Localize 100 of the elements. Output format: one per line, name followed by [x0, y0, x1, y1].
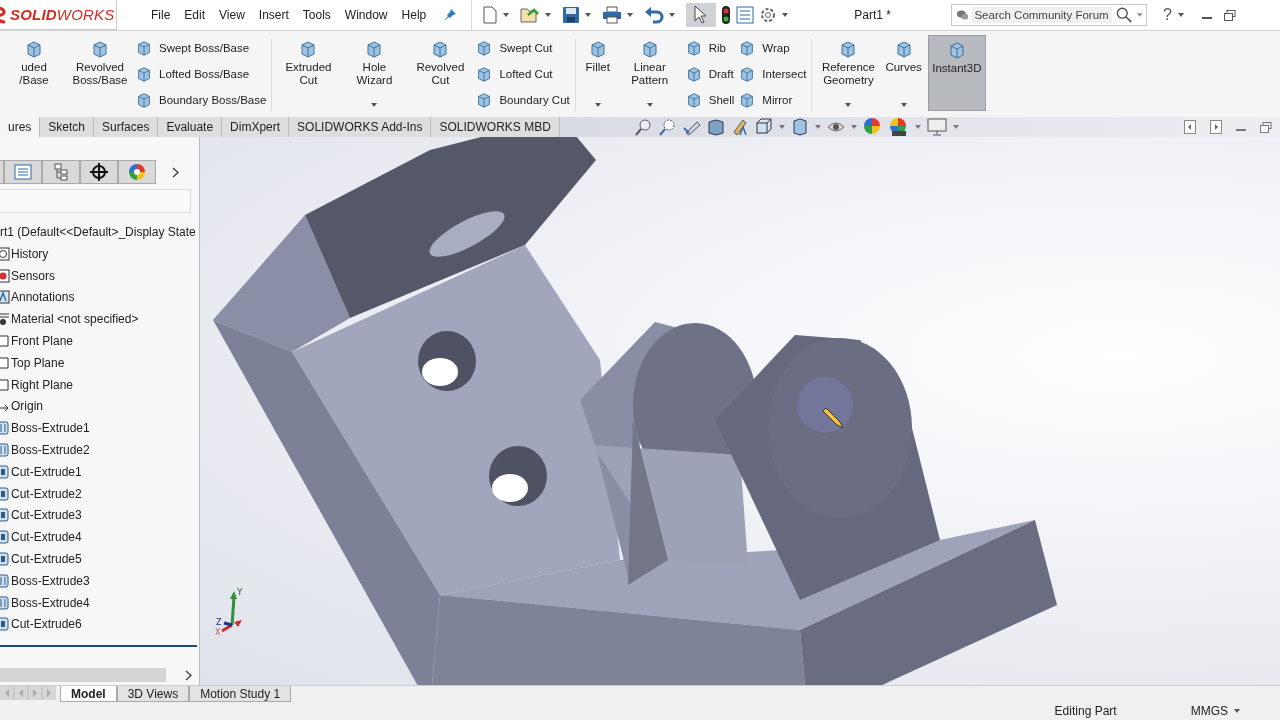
tree-item[interactable]: Cut-Extrude4	[0, 526, 199, 549]
zoom-to-fit-icon[interactable]	[634, 118, 653, 136]
appearance-sphere-icon[interactable]	[862, 117, 883, 137]
ribbon-button[interactable]: Linear Pattern	[618, 35, 681, 111]
command-tab[interactable]: Surfaces	[94, 117, 159, 137]
tree-item[interactable]: Cut-Extrude1	[0, 460, 199, 483]
ribbon-button[interactable]: Wrap	[738, 37, 807, 59]
caret-icon[interactable]	[627, 13, 634, 17]
filter-field[interactable]	[0, 189, 191, 213]
tree-item[interactable]: rt1 (Default<<Default>_Display State	[0, 221, 199, 243]
model-tab[interactable]: 3D Views	[116, 686, 190, 702]
ribbon-button[interactable]: Lofted Cut	[475, 63, 570, 85]
search-field[interactable]: Search Community Forum	[950, 4, 1147, 26]
caret-icon[interactable]	[845, 103, 852, 107]
chevron-right-icon[interactable]	[172, 166, 179, 178]
menu-item[interactable]: Help	[394, 4, 434, 26]
caret-icon[interactable]	[371, 103, 378, 107]
caret-icon[interactable]	[782, 13, 789, 17]
print-icon[interactable]	[602, 6, 623, 24]
ribbon-button[interactable]: Draft	[684, 63, 735, 85]
caret-icon[interactable]	[503, 13, 510, 17]
panel-tab[interactable]	[80, 160, 118, 184]
tree-item[interactable]: Boss-Extrude1	[0, 417, 199, 440]
caret-icon[interactable]	[669, 13, 676, 17]
caret-icon[interactable]	[1136, 13, 1142, 17]
restore-icon[interactable]	[1223, 9, 1236, 21]
menu-item[interactable]: Insert	[251, 4, 296, 26]
caret-icon[interactable]	[585, 13, 592, 17]
caret-icon[interactable]	[545, 13, 552, 17]
help-button[interactable]: ?	[1156, 6, 1178, 24]
horizontal-scrollbar[interactable]	[0, 668, 166, 682]
tree-item[interactable]: Sensors	[0, 264, 199, 287]
pointer-icon[interactable]	[686, 3, 717, 27]
tree-item[interactable]: Cut-Extrude3	[0, 504, 199, 527]
caret-icon[interactable]	[778, 125, 785, 129]
tree-item[interactable]: Material <not specified>	[0, 308, 199, 331]
ribbon-button[interactable]: Rib	[684, 37, 735, 59]
units-selector[interactable]: MMGS	[1190, 704, 1228, 718]
caret-icon[interactable]	[1177, 13, 1184, 17]
command-tab[interactable]: Sketch	[40, 117, 95, 137]
menu-item[interactable]: Window	[337, 4, 395, 26]
undo-icon[interactable]	[644, 6, 665, 24]
traffic-light-icon[interactable]	[721, 5, 732, 25]
tree-item[interactable]: Boss-Extrude4	[0, 591, 199, 614]
tree-item[interactable]: Cut-Extrude5	[0, 548, 199, 570]
tree-item[interactable]: Cut-Extrude6	[0, 613, 199, 636]
ribbon-button[interactable]: Fillet	[580, 35, 615, 111]
ribbon-button[interactable]: Revolved Boss/Base	[69, 35, 131, 111]
tree-item[interactable]: Boss-Extrude3	[0, 569, 199, 592]
tree-item[interactable]: Front Plane	[0, 330, 199, 352]
zoom-area-icon[interactable]	[658, 118, 677, 136]
ribbon-button[interactable]: Shell	[684, 89, 735, 111]
settings-icon[interactable]	[759, 6, 778, 24]
pin-icon[interactable]	[443, 8, 458, 22]
new-document-icon[interactable]	[482, 6, 499, 24]
ribbon-button[interactable]: Hole Wizard	[343, 35, 406, 111]
ribbon-button[interactable]: uded /Base	[3, 35, 65, 111]
tree-item[interactable]: Annotations	[0, 286, 199, 309]
menu-item[interactable]: File	[144, 4, 178, 26]
caret-icon[interactable]	[814, 125, 821, 129]
ribbon-button[interactable]: Lofted Boss/Base	[135, 63, 267, 85]
caret-icon[interactable]	[850, 125, 857, 129]
tree-item[interactable]: Right Plane	[0, 373, 199, 396]
command-tab[interactable]: SOLIDWORKS Add-Ins	[289, 117, 432, 137]
caret-icon[interactable]	[900, 103, 907, 107]
chevron-right-icon[interactable]	[185, 669, 192, 681]
ribbon-button[interactable]: Swept Boss/Base	[135, 37, 267, 59]
menu-item[interactable]: Edit	[177, 4, 213, 26]
ribbon-button[interactable]: Boundary Boss/Base	[135, 89, 267, 111]
ribbon-button[interactable]: Intersect	[738, 63, 807, 85]
caret-icon[interactable]	[646, 103, 653, 107]
view-orientation-icon[interactable]	[754, 118, 773, 136]
menu-item[interactable]: Tools	[295, 4, 338, 26]
command-tab[interactable]: DimXpert	[222, 117, 290, 137]
tree-item[interactable]: Boss-Extrude2	[0, 439, 199, 461]
command-tab[interactable]: Evaluate	[158, 117, 223, 137]
ribbon-button[interactable]: Reference Geometry	[817, 35, 880, 111]
command-tab[interactable]: ures	[0, 117, 41, 137]
ribbon-button[interactable]: Boundary Cut	[475, 89, 570, 111]
panel-left-icon[interactable]	[1184, 120, 1196, 134]
caret-icon[interactable]	[952, 125, 959, 129]
tree-item[interactable]: Cut-Extrude2	[0, 482, 199, 505]
ribbon-button[interactable]: Revolved Cut	[409, 35, 472, 111]
restore-icon[interactable]	[1260, 121, 1272, 133]
ribbon-button[interactable]: Mirror	[738, 89, 807, 111]
open-folder-icon[interactable]	[520, 6, 541, 24]
command-tab[interactable]: SOLIDWORKS MBD	[431, 117, 560, 137]
tree-item[interactable]: History	[0, 243, 199, 265]
ribbon-button[interactable]: Curves	[883, 35, 924, 111]
scene-sphere-icon[interactable]	[888, 117, 909, 137]
ribbon-button[interactable]: Instant3D	[927, 35, 986, 111]
caret-icon[interactable]	[914, 125, 921, 129]
caret-icon[interactable]	[1234, 709, 1240, 713]
ribbon-button[interactable]: Extruded Cut	[277, 35, 340, 111]
model-tab[interactable]: Model	[60, 686, 117, 702]
menu-item[interactable]: View	[212, 4, 252, 26]
ribbon-button[interactable]: Swept Cut	[475, 37, 570, 59]
tree-item[interactable]: Top Plane	[0, 352, 199, 374]
tree-item[interactable]: Origin	[0, 395, 199, 418]
save-icon[interactable]	[562, 6, 581, 24]
